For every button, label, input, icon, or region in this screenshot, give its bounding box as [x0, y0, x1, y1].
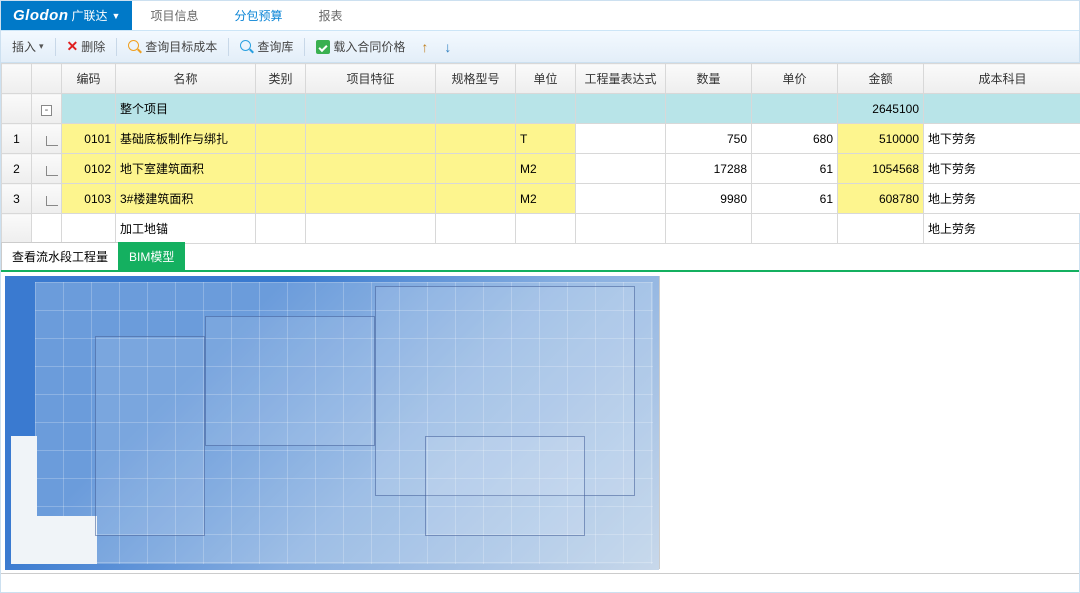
nav-project-info[interactable]: 项目信息 [132, 1, 216, 30]
col-qty[interactable]: 数量 [666, 64, 752, 94]
separator [304, 38, 305, 56]
insert-button[interactable]: 插入▾ [7, 36, 49, 57]
chevron-down-icon: ▾ [39, 41, 44, 52]
top-nav: 项目信息 分包预算 报表 [132, 1, 360, 30]
app-window: Glodon 广联达 ▼ 项目信息 分包预算 报表 插入▾ ✕删除 查询目标成本… [0, 0, 1080, 593]
room-outline [425, 436, 585, 536]
separator [55, 38, 56, 56]
query-target-cost-button[interactable]: 查询目标成本 [123, 36, 222, 57]
toolbar: 插入▾ ✕删除 查询目标成本 查询库 载入合同价格 ↑ ↓ [1, 31, 1079, 63]
col-feature[interactable]: 项目特征 [306, 64, 436, 94]
collapse-icon[interactable]: - [41, 105, 52, 116]
tab-bim-model[interactable]: BIM模型 [118, 242, 185, 270]
col-subject[interactable]: 成本科目 [924, 64, 1080, 94]
table-row[interactable]: 3 0103 3#楼建筑面积 M2 9980 61 608780 地上劳务 [2, 184, 1080, 214]
void-area [37, 516, 97, 564]
move-down-button[interactable]: ↓ [439, 37, 456, 57]
brand-cn: 广联达 [72, 7, 108, 24]
load-contract-price-button[interactable]: 载入合同价格 [311, 36, 410, 57]
room-outline [205, 316, 375, 446]
room-outline [95, 336, 205, 536]
arrow-down-icon: ↓ [444, 39, 451, 55]
nav-sub-budget[interactable]: 分包预算 [216, 1, 300, 30]
x-icon: ✕ [67, 38, 79, 55]
search-icon [240, 40, 254, 54]
col-category[interactable]: 类别 [256, 64, 306, 94]
brand-name: Glodon [13, 7, 69, 24]
bim-model-viewport[interactable] [5, 276, 659, 570]
move-up-button[interactable]: ↑ [416, 37, 433, 57]
separator [116, 38, 117, 56]
col-rownum[interactable] [2, 64, 32, 94]
delete-button[interactable]: ✕删除 [62, 36, 111, 57]
col-tree[interactable] [32, 64, 62, 94]
table-header: 编码 名称 类别 项目特征 规格型号 单位 工程量表达式 数量 单价 金额 成本… [2, 64, 1080, 94]
table-row-summary[interactable]: - 整个项目 2645100 [2, 94, 1080, 124]
table-row[interactable]: 2 0102 地下室建筑面积 M2 17288 61 1054568 地下劳务 [2, 154, 1080, 184]
bim-side-panel [659, 276, 1075, 569]
col-unit[interactable]: 单位 [516, 64, 576, 94]
void-area [11, 436, 37, 564]
tab-flowsection[interactable]: 查看流水段工程量 [1, 242, 119, 270]
col-spec[interactable]: 规格型号 [436, 64, 516, 94]
arrow-up-icon: ↑ [421, 39, 428, 55]
chevron-down-icon: ▼ [112, 11, 121, 21]
bim-panel [1, 272, 1079, 574]
separator [228, 38, 229, 56]
col-qty-expr[interactable]: 工程量表达式 [576, 64, 666, 94]
table-row[interactable]: 加工地锚 地上劳务 [2, 214, 1080, 244]
brand-logo[interactable]: Glodon 广联达 ▼ [1, 1, 132, 30]
col-price[interactable]: 单价 [752, 64, 838, 94]
top-bar: Glodon 广联达 ▼ 项目信息 分包预算 报表 [1, 1, 1079, 31]
table-row[interactable]: 1 0101 基础底板制作与绑扎 T 750 680 510000 地下劳务 [2, 124, 1080, 154]
col-name[interactable]: 名称 [116, 64, 256, 94]
query-button[interactable]: 查询库 [235, 36, 298, 57]
col-amount[interactable]: 金额 [838, 64, 924, 94]
search-icon [128, 40, 142, 54]
budget-table[interactable]: 编码 名称 类别 项目特征 规格型号 单位 工程量表达式 数量 单价 金额 成本… [1, 63, 1080, 244]
check-icon [316, 40, 330, 54]
col-code[interactable]: 编码 [62, 64, 116, 94]
nav-report[interactable]: 报表 [300, 1, 360, 30]
lower-tabs: 查看流水段工程量 BIM模型 [1, 244, 1079, 272]
